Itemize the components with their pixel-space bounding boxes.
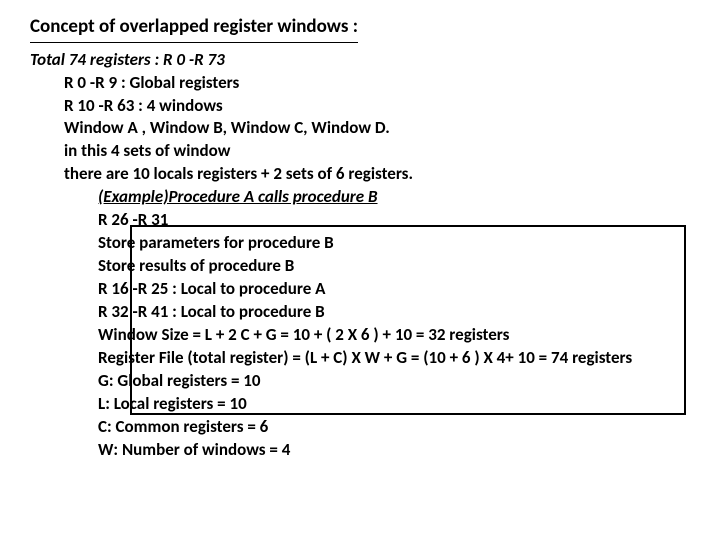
text-line: Total 74 registers : R 0 -R 73 <box>30 49 720 72</box>
text-line: Window Size = L + 2 C + G = 10 + ( 2 X 6… <box>98 324 720 347</box>
text-line: R 26 -R 31 <box>98 209 720 232</box>
text-line: Window A , Window B, Window C, Window D. <box>64 117 720 140</box>
text-line: Store results of procedure B <box>98 255 720 278</box>
text-line: L: Local registers = 10 <box>98 393 720 416</box>
text-line: C: Common registers = 6 <box>98 416 720 439</box>
text-line: R 16 -R 25 : Local to procedure A <box>98 278 720 301</box>
text-line: Register File (total register) = (L + C)… <box>98 347 720 370</box>
text-line: in this 4 sets of window <box>64 140 720 163</box>
example-heading: (Example)Procedure A calls procedure B <box>98 186 720 209</box>
document-title: Concept of overlapped register windows : <box>30 14 358 43</box>
document-page: Concept of overlapped register windows :… <box>0 0 720 462</box>
text-line: Store parameters for procedure B <box>98 232 720 255</box>
text-line: R 10 -R 63 : 4 windows <box>64 95 720 118</box>
text-line: there are 10 locals registers + 2 sets o… <box>64 163 720 186</box>
text-line: R 0 -R 9 : Global registers <box>64 72 720 95</box>
text-line: W: Number of windows = 4 <box>98 439 720 462</box>
text-line: R 32 -R 41 : Local to procedure B <box>98 301 720 324</box>
text-line: G: Global registers = 10 <box>98 370 720 393</box>
